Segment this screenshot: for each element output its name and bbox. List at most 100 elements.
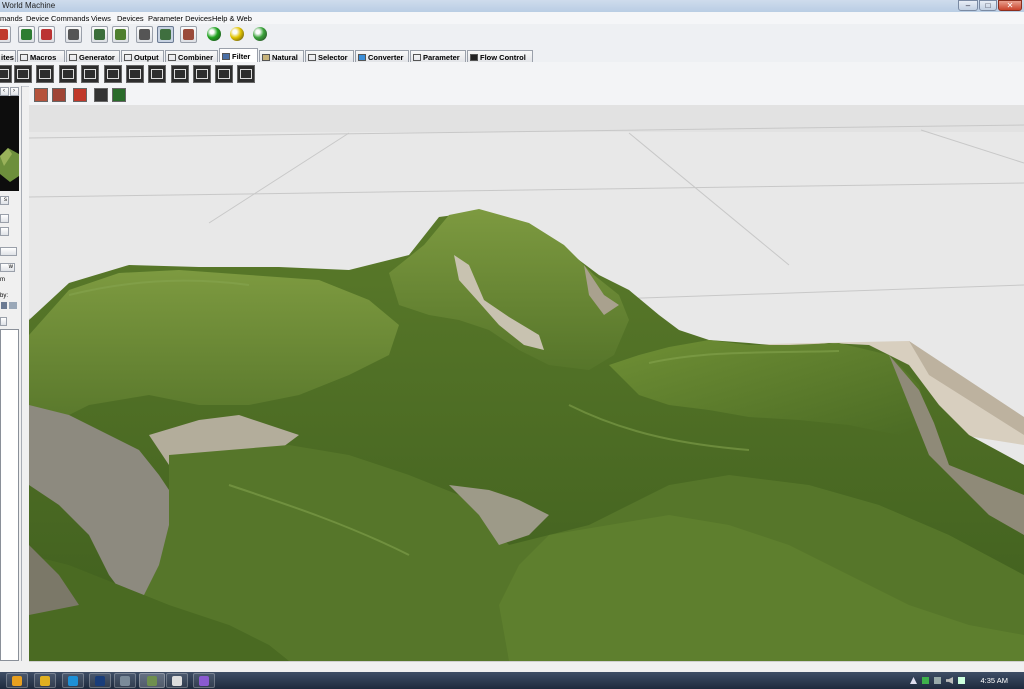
media-player-icon <box>12 675 22 686</box>
build-globe-ball-icon[interactable] <box>253 27 267 41</box>
slope-filter-button[interactable] <box>237 65 255 83</box>
tray-arrow-icon[interactable] <box>910 677 917 684</box>
terrain-chart-button[interactable] <box>18 26 35 43</box>
menu-views[interactable]: Views <box>91 14 111 23</box>
document-button[interactable] <box>38 26 55 43</box>
tab-combiner[interactable]: Combiner <box>165 50 218 62</box>
3d-preview-button[interactable] <box>157 26 174 43</box>
sawtooth-filter-icon <box>39 69 51 79</box>
3d-viewport[interactable] <box>29 105 1024 661</box>
build-green-ball-icon[interactable] <box>207 27 221 41</box>
tab-macros[interactable]: Macros <box>17 50 65 62</box>
label-m: m <box>0 277 5 283</box>
threshold-filter-button[interactable] <box>215 65 233 83</box>
tab-parameter[interactable]: Parameter <box>410 50 466 62</box>
taskbar-clock[interactable]: 4:35 AM <box>980 676 1008 685</box>
dice-icon <box>68 29 79 40</box>
horizontal-scrollbar[interactable] <box>29 661 1024 672</box>
noise-filter-button[interactable] <box>81 65 99 83</box>
curve-filter-button[interactable] <box>14 65 32 83</box>
layout-view-button[interactable] <box>112 26 129 43</box>
world-machine-icon <box>147 675 157 686</box>
taskbar-app-media-player[interactable] <box>6 673 28 688</box>
natural-icon <box>262 53 270 61</box>
explorer-view-icon <box>139 29 150 40</box>
taskbar-app-generic[interactable] <box>114 673 136 688</box>
render-view-icon[interactable] <box>52 88 66 102</box>
menu-device-commands[interactable]: Device Commands <box>26 14 89 23</box>
menu-parameter-devices[interactable]: Parameter Devices <box>148 14 212 23</box>
selector-icon <box>308 53 316 61</box>
taskbar-app-aftereffects[interactable] <box>193 673 215 688</box>
taskbar-app-photoshop[interactable] <box>89 673 111 688</box>
battery-icon[interactable] <box>958 677 965 684</box>
device-view-icon <box>94 29 105 40</box>
thumb-button[interactable]: s <box>0 196 9 205</box>
terrace-filter-button[interactable] <box>59 65 77 83</box>
nav-next-button[interactable]: › <box>10 87 19 96</box>
taskbar-app-skype[interactable] <box>62 673 84 688</box>
menu-commands[interactable]: mands <box>0 14 23 23</box>
minimize-button[interactable]: – <box>958 0 978 11</box>
converter-icon <box>358 53 366 61</box>
maximize-button[interactable]: □ <box>979 0 997 11</box>
tab-favorites[interactable]: ites <box>0 50 16 62</box>
blur-filter-button[interactable] <box>104 65 122 83</box>
tab-filter[interactable]: Filter <box>219 48 258 62</box>
clamp-filter-button[interactable] <box>0 65 12 83</box>
menu-help-web[interactable]: Help & Web <box>212 14 252 23</box>
tab-natural[interactable]: Natural <box>259 50 304 62</box>
camera-icon[interactable] <box>94 88 108 102</box>
render-icon[interactable] <box>34 88 48 102</box>
color-swatch-1[interactable] <box>1 302 7 309</box>
option-button-2[interactable] <box>0 227 9 236</box>
device-view-button[interactable] <box>91 26 108 43</box>
tab-converter[interactable]: Converter <box>355 50 409 62</box>
displace-filter-button[interactable] <box>126 65 144 83</box>
network-icon[interactable] <box>934 677 941 684</box>
curve-filter-icon <box>17 69 29 79</box>
sawtooth-filter-button[interactable] <box>36 65 54 83</box>
window-title: World Machine <box>2 1 56 10</box>
build-yellow-ball-icon[interactable] <box>230 27 244 41</box>
dice-button[interactable] <box>65 26 82 43</box>
histogram-filter-button[interactable] <box>148 65 166 83</box>
terrain-render <box>29 105 1024 661</box>
option-button-1[interactable] <box>0 214 9 223</box>
nav-prev-button[interactable]: ‹ <box>0 87 9 96</box>
noise-filter-icon <box>84 69 96 79</box>
menu-devices[interactable]: Devices <box>117 14 144 23</box>
histogram-filter-icon <box>151 69 163 79</box>
expand-filter-button[interactable] <box>193 65 211 83</box>
view-button[interactable]: w <box>0 263 15 272</box>
unity-icon <box>172 675 182 686</box>
option-button-4[interactable] <box>0 317 7 326</box>
option-button-3[interactable] <box>0 247 17 256</box>
texture-button[interactable] <box>180 26 197 43</box>
taskbar-app-unity[interactable] <box>166 673 188 688</box>
close-button[interactable]: ✕ <box>998 0 1022 11</box>
tab-label: Natural <box>272 52 298 62</box>
line-tool-icon[interactable] <box>112 88 126 102</box>
tab-output[interactable]: Output <box>121 50 164 62</box>
device-tab-bar: ites Macros Generator Output Combiner Fi… <box>0 48 1024 62</box>
transform-filter-button[interactable] <box>171 65 189 83</box>
tab-flow-control[interactable]: Flow Control <box>467 50 533 62</box>
terrain-chart-icon <box>21 29 32 40</box>
device-button[interactable] <box>0 26 11 43</box>
tab-label: Selector <box>318 52 348 62</box>
chrome-icon <box>40 675 50 686</box>
explorer-view-button[interactable] <box>136 26 153 43</box>
tray-app-icon[interactable] <box>922 677 929 684</box>
taskbar-app-world-machine[interactable] <box>139 673 165 688</box>
taskbar-app-chrome[interactable] <box>34 673 56 688</box>
tab-generator[interactable]: Generator <box>66 50 120 62</box>
tab-label: ites <box>1 52 14 62</box>
snapshot-icon[interactable] <box>73 88 87 102</box>
device-list[interactable] <box>0 329 19 661</box>
color-swatch-2[interactable] <box>9 302 17 309</box>
app-icon <box>120 675 130 686</box>
flow-control-icon <box>470 53 478 61</box>
volume-icon[interactable] <box>946 677 953 684</box>
tab-selector[interactable]: Selector <box>305 50 354 62</box>
